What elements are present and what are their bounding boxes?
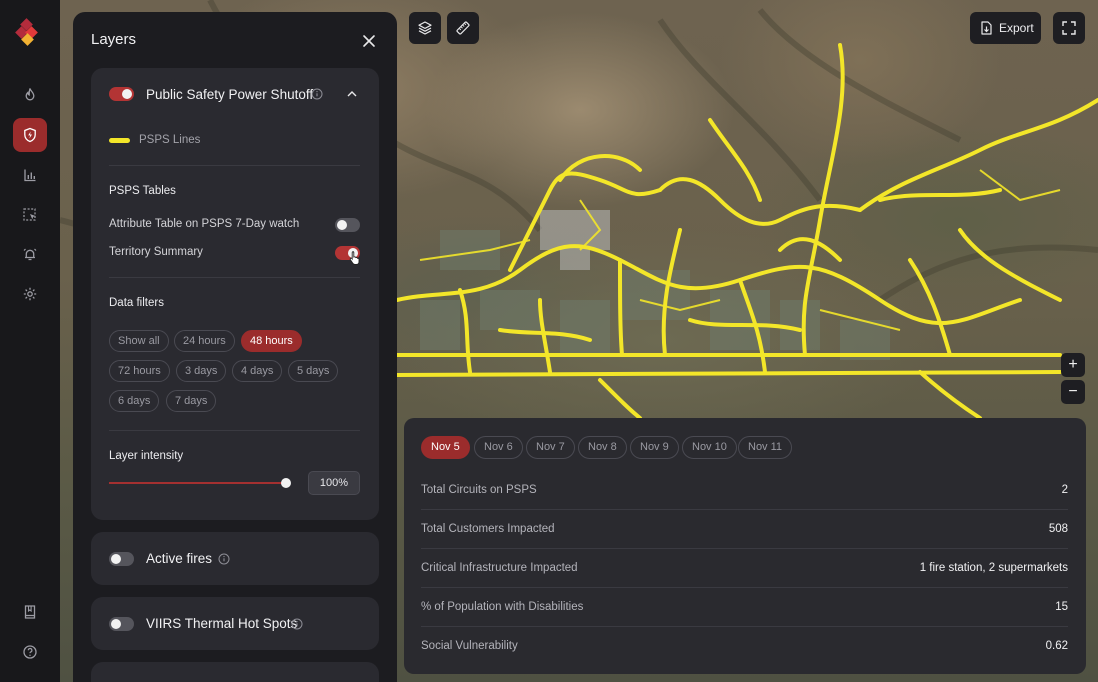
viirs-layer-card: VIIRS Thermal Hot Spots bbox=[91, 597, 379, 650]
fullscreen-icon bbox=[1062, 21, 1076, 35]
zoom-out-button[interactable]: − bbox=[1061, 380, 1085, 404]
date-chip-nov-7[interactable]: Nov 7 bbox=[526, 436, 575, 459]
psps-tables-heading: PSPS Tables bbox=[109, 185, 176, 197]
nav-psps[interactable] bbox=[13, 118, 47, 152]
layer-intensity-heading: Layer intensity bbox=[109, 450, 184, 462]
date-chip-nov-6[interactable]: Nov 6 bbox=[474, 436, 523, 459]
info-icon[interactable] bbox=[218, 553, 230, 565]
table-row: Social Vulnerability 0.62 bbox=[421, 627, 1068, 666]
psps-layer-toggle[interactable] bbox=[109, 87, 134, 101]
help-icon bbox=[23, 645, 37, 659]
row-label: Critical Infrastructure Impacted bbox=[421, 562, 578, 574]
intensity-slider-thumb[interactable] bbox=[281, 478, 291, 488]
row-value: 508 bbox=[1048, 523, 1068, 535]
territory-summary-panel: Nov 5 Nov 6 Nov 7 Nov 8 Nov 9 Nov 10 Nov… bbox=[404, 418, 1086, 674]
close-icon[interactable] bbox=[360, 32, 378, 50]
active-fires-toggle[interactable] bbox=[109, 552, 134, 566]
active-fires-title: Active fires bbox=[146, 551, 213, 566]
info-icon[interactable] bbox=[311, 88, 323, 100]
intensity-slider-track[interactable] bbox=[109, 482, 286, 484]
export-label: Export bbox=[999, 21, 1034, 35]
territory-summary-label: Territory Summary bbox=[109, 246, 203, 258]
layers-icon bbox=[418, 21, 432, 35]
active-fires-layer-card: Active fires bbox=[91, 532, 379, 585]
row-value: 2 bbox=[1061, 484, 1068, 496]
filter-chip-48-hours[interactable]: 48 hours bbox=[241, 330, 302, 352]
fullscreen-button[interactable] bbox=[1053, 12, 1085, 44]
nav-analytics[interactable] bbox=[13, 158, 47, 192]
row-label: Social Vulnerability bbox=[421, 640, 518, 652]
row-label: Total Customers Impacted bbox=[421, 523, 555, 535]
attribute-table-label: Attribute Table on PSPS 7-Day watch bbox=[109, 218, 300, 230]
intensity-value-field[interactable]: 100% bbox=[308, 471, 360, 495]
nav-help[interactable] bbox=[13, 635, 47, 669]
filter-chip-show-all[interactable]: Show all bbox=[109, 330, 169, 352]
psps-layer-title: Public Safety Power Shutoff bbox=[146, 87, 314, 102]
table-row: % of Population with Disabilities 15 bbox=[421, 588, 1068, 627]
measure-button[interactable] bbox=[447, 12, 479, 44]
filter-chip-6-days[interactable]: 6 days bbox=[109, 390, 160, 412]
bar-chart-icon bbox=[24, 169, 36, 182]
panel-title: Layers bbox=[91, 31, 137, 48]
nav-docs[interactable] bbox=[13, 595, 47, 629]
divider bbox=[109, 430, 360, 431]
table-row: Critical Infrastructure Impacted 1 fire … bbox=[421, 549, 1068, 588]
info-icon[interactable] bbox=[291, 618, 303, 630]
alarm-bell-icon bbox=[23, 248, 37, 261]
nav-settings[interactable] bbox=[13, 277, 47, 311]
data-filters-heading: Data filters bbox=[109, 297, 164, 309]
psps-lines-legend-label: PSPS Lines bbox=[139, 134, 201, 146]
row-value: 1 fire station, 2 supermarkets bbox=[919, 562, 1068, 574]
book-icon bbox=[24, 605, 36, 619]
divider bbox=[109, 165, 360, 166]
filter-chip-72-hours[interactable]: 72 hours bbox=[109, 360, 170, 382]
filter-chip-5-days[interactable]: 5 days bbox=[288, 360, 339, 382]
nav-alerts[interactable] bbox=[13, 237, 47, 271]
layers-panel: Layers Public Safety Power Shutoff PSPS … bbox=[73, 12, 397, 682]
attribute-table-toggle[interactable] bbox=[335, 218, 360, 232]
nav-fires[interactable] bbox=[13, 78, 47, 112]
row-value: 15 bbox=[1055, 601, 1068, 613]
viirs-title: VIIRS Thermal Hot Spots bbox=[146, 616, 298, 631]
date-chip-nov-5[interactable]: Nov 5 bbox=[421, 436, 470, 459]
table-row: Total Customers Impacted 508 bbox=[421, 510, 1068, 549]
cursor-pointer-icon bbox=[349, 251, 360, 265]
left-nav bbox=[0, 0, 60, 682]
row-label: Total Circuits on PSPS bbox=[421, 484, 537, 496]
export-button[interactable]: Export bbox=[970, 12, 1041, 44]
filter-chip-24-hours[interactable]: 24 hours bbox=[174, 330, 235, 352]
filter-chip-3-days[interactable]: 3 days bbox=[176, 360, 227, 382]
date-chip-nov-9[interactable]: Nov 9 bbox=[630, 436, 679, 459]
date-chip-nov-8[interactable]: Nov 8 bbox=[578, 436, 627, 459]
export-file-icon bbox=[981, 21, 992, 35]
date-chip-nov-10[interactable]: Nov 10 bbox=[682, 436, 737, 459]
shield-bolt-icon bbox=[24, 127, 36, 143]
divider bbox=[109, 277, 360, 278]
app-logo[interactable] bbox=[14, 18, 46, 50]
viirs-toggle[interactable] bbox=[109, 617, 134, 631]
row-value: 0.62 bbox=[1045, 640, 1068, 652]
date-chip-nov-11[interactable]: Nov 11 bbox=[738, 436, 793, 459]
psps-line-swatch bbox=[109, 138, 130, 143]
next-layer-card bbox=[91, 662, 379, 682]
row-label: % of Population with Disabilities bbox=[421, 601, 584, 613]
gear-icon bbox=[23, 287, 37, 301]
ruler-icon bbox=[456, 21, 470, 35]
psps-layer-card: Public Safety Power Shutoff PSPS Lines P… bbox=[91, 68, 379, 520]
nav-select[interactable] bbox=[13, 198, 47, 232]
chevron-up-icon[interactable] bbox=[346, 88, 358, 100]
layers-button[interactable] bbox=[409, 12, 441, 44]
zoom-in-button[interactable]: + bbox=[1061, 353, 1085, 377]
filter-chip-4-days[interactable]: 4 days bbox=[232, 360, 283, 382]
select-area-icon bbox=[23, 208, 36, 221]
flame-icon bbox=[25, 88, 35, 101]
table-row: Total Circuits on PSPS 2 bbox=[421, 471, 1068, 510]
filter-chip-7-days[interactable]: 7 days bbox=[166, 390, 217, 412]
